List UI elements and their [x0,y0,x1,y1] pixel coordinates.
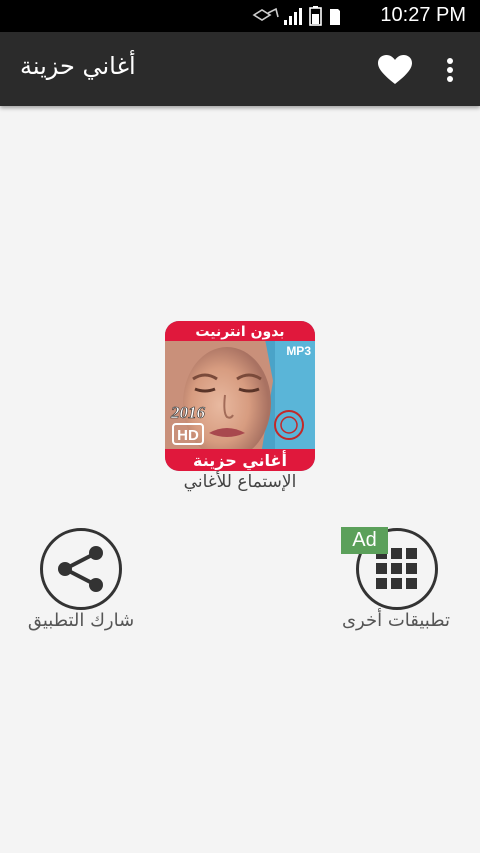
status-icons [252,5,362,27]
listen-songs-label: الإستماع للأغاني [183,472,297,492]
favorite-button[interactable] [376,54,414,86]
album-cover-image: بدون انترنيت MP3 2016 HD أغاني حزينة [165,321,315,471]
status-bar: 10:27 PM [0,0,480,32]
app-bar: أغاني حزينة [0,32,480,106]
battery-icon [309,6,322,26]
cover-bottom-text: أغاني حزينة [193,450,287,471]
app-title: أغاني حزينة [20,52,136,80]
cover-top-text: بدون انترنيت [195,324,284,340]
cover-quality: HD [177,427,199,444]
cover-format: MP3 [286,344,311,358]
overflow-menu-icon [447,58,453,82]
share-app-button[interactable] [40,528,122,610]
listen-songs-button[interactable]: بدون انترنيت MP3 2016 HD أغاني حزينة [165,321,315,471]
notification-icon [252,7,279,21]
heart-icon [378,55,412,84]
status-time: 10:27 PM [380,4,466,26]
other-apps-label: تطبيقات أخرى [341,610,451,631]
share-app-label: شارك التطبيق [27,610,135,631]
ad-badge: Ad [341,527,388,554]
sd-card-icon [330,9,340,25]
signal-icon [284,8,302,25]
overflow-menu-button[interactable] [436,54,464,86]
share-icon [58,546,103,592]
cover-year: 2016 [170,403,206,422]
